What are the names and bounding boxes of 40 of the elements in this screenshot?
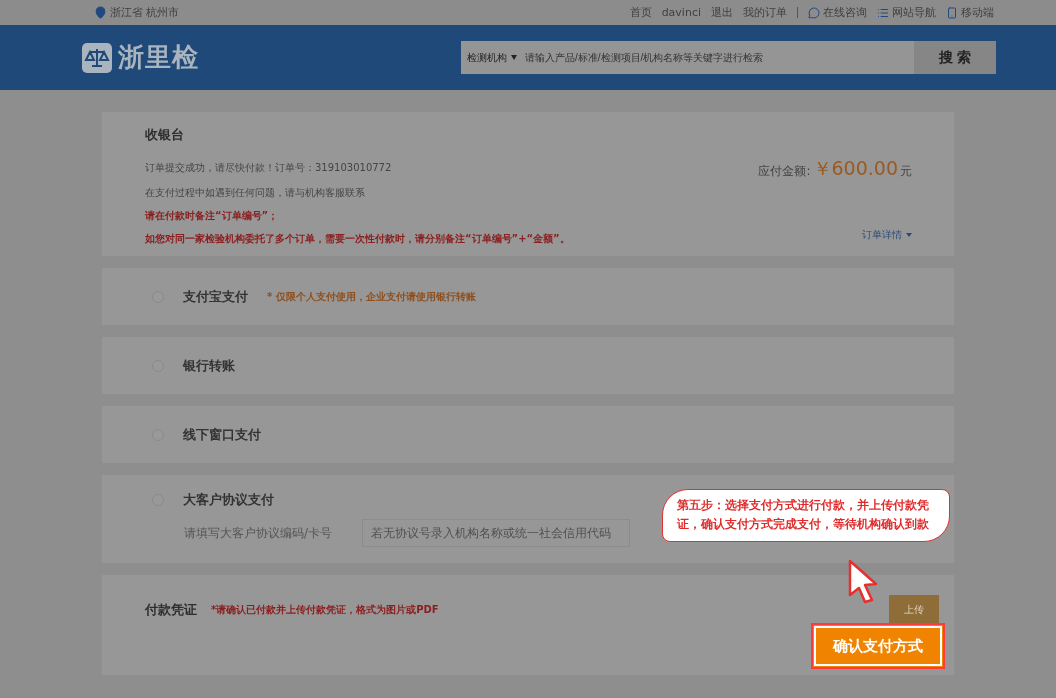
search-field[interactable]: 检测机构 请输入产品/标准/检测项目/机构名称等关键字进行检索	[461, 41, 914, 74]
amount-label: 应付金额:	[758, 163, 811, 180]
confirm-payment-button[interactable]: 确认支付方式	[811, 623, 945, 669]
amount-unit: 元	[900, 163, 912, 180]
payment-method-name: 大客户协议支付	[183, 491, 274, 509]
payment-method-name: 支付宝支付	[183, 287, 248, 306]
caret-down-icon	[906, 233, 912, 237]
info-text: 在支付过程中如遇到任何问题，请与机构客服联系	[145, 186, 366, 200]
chat-icon	[808, 6, 820, 19]
location-pin-icon	[94, 6, 107, 19]
top-tool-link[interactable]: 在线咨询	[823, 5, 867, 20]
top-nav-link[interactable]: 我的订单	[743, 5, 787, 20]
list-icon	[877, 6, 889, 19]
checkout-title: 收银台	[145, 126, 185, 144]
field-label: 请填写大客户协议编码/卡号	[184, 524, 333, 542]
order-details-link[interactable]: 订单详情	[862, 228, 902, 242]
top-nav-link[interactable]: 退出	[711, 5, 733, 20]
top-nav-link[interactable]: 首页	[629, 5, 652, 20]
search-scope-dropdown[interactable]: 检测机构	[461, 41, 523, 74]
method-note: * 仅限个人支付使用，企业支付请使用银行转账	[267, 289, 476, 304]
top-nav-link[interactable]: davinci	[661, 6, 701, 19]
cursor-arrow-icon	[846, 558, 880, 604]
phone-icon	[946, 6, 958, 19]
upload-button[interactable]: 上传	[889, 595, 939, 625]
warning-text: 请在付款时备注“订单编号”；	[145, 209, 280, 223]
top-tool-link[interactable]: 移动端	[961, 5, 994, 20]
scale-logo-icon	[82, 42, 112, 73]
info-text: 订单提交成功，请尽快付款！订单号：319103010772	[145, 161, 393, 175]
tutorial-tooltip: 第五步：选择支付方式进行付款，并上传付款凭证，确认支付方式完成支付，等待机构确认到款	[662, 489, 950, 542]
location-text: 浙江省 杭州市	[110, 5, 180, 20]
voucher-note: *请确认已付款并上传付款凭证，格式为图片或PDF	[211, 603, 439, 617]
caret-down-icon	[511, 55, 517, 60]
amount-value: ￥600.00	[812, 156, 898, 181]
warning-text: 如您对同一家检验机构委托了多个订单，需要一次性付款时，请分别备注“订单编号”+“金额”。	[145, 232, 570, 246]
top-tool-link[interactable]: 网站导航	[892, 5, 936, 20]
payment-method-name: 线下窗口支付	[183, 425, 261, 444]
logo-text: 浙里检	[118, 41, 199, 74]
voucher-title: 付款凭证	[145, 601, 197, 619]
search-button[interactable]: 搜 索	[914, 41, 996, 74]
payment-method-name: 银行转账	[183, 356, 235, 375]
